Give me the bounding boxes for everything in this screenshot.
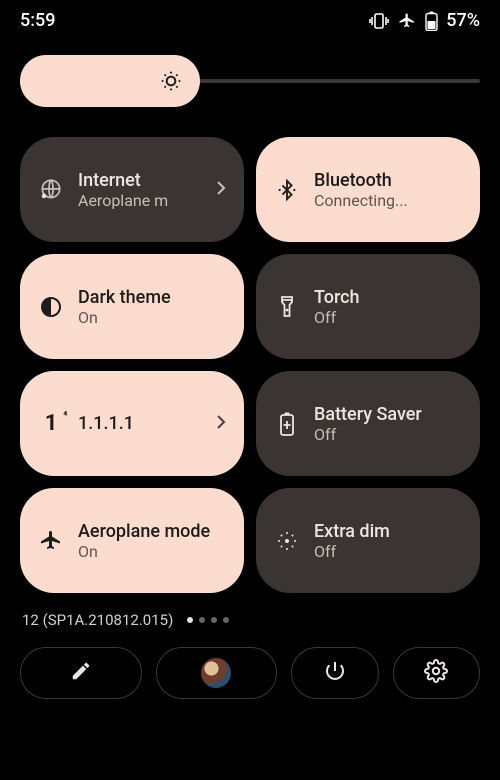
tile-sub: Connecting... xyxy=(314,191,462,210)
status-time: 5:59 xyxy=(20,10,55,31)
battery-percent: 57% xyxy=(446,10,480,31)
battery-plus-icon xyxy=(274,411,300,437)
page-dot xyxy=(187,617,193,623)
tile-title: Dark theme xyxy=(78,287,226,308)
settings-button[interactable] xyxy=(393,647,480,699)
page-dot xyxy=(223,617,229,623)
airplane-icon xyxy=(38,529,64,553)
gear-icon xyxy=(424,659,448,687)
chevron-right-icon[interactable] xyxy=(216,180,226,200)
tile-sub: Off xyxy=(314,425,462,444)
tile-sub: Off xyxy=(314,308,462,327)
extra-dim-icon xyxy=(274,528,300,554)
vibrate-icon xyxy=(369,12,389,30)
tile-title: Aeroplane mode xyxy=(78,521,226,542)
tile-bluetooth[interactable]: Bluetooth Connecting... xyxy=(256,137,480,242)
page-indicator[interactable] xyxy=(187,617,229,623)
pencil-icon xyxy=(70,660,92,686)
avatar xyxy=(201,658,231,688)
tile-title: Bluetooth xyxy=(314,170,462,191)
tile-sub: Off xyxy=(314,542,462,561)
brightness-icon xyxy=(158,68,184,94)
airplane-icon xyxy=(397,12,417,30)
power-button[interactable] xyxy=(291,647,378,699)
tile-dark-theme[interactable]: Dark theme On xyxy=(20,254,244,359)
tile-title: Battery Saver xyxy=(314,404,462,425)
tile-extra-dim[interactable]: Extra dim Off xyxy=(256,488,480,593)
tile-battery-saver[interactable]: Battery Saver Off xyxy=(256,371,480,476)
brightness-slider[interactable] xyxy=(0,37,500,115)
edit-tiles-button[interactable] xyxy=(20,647,142,699)
tile-title: Internet xyxy=(78,170,202,191)
tile-title: 1.1.1.1 xyxy=(78,413,202,434)
build-text: 12 (SP1A.210812.015) xyxy=(22,611,173,629)
qs-tiles: Internet Aeroplane m Bluetooth Connectin… xyxy=(0,115,500,593)
one-icon: 1 xyxy=(38,411,64,436)
tile-sub: On xyxy=(78,542,226,561)
tile-title: Torch xyxy=(314,287,462,308)
tile-dns[interactable]: 1 1.1.1.1 xyxy=(20,371,244,476)
status-bar: 5:59 57% xyxy=(0,0,500,37)
tile-torch[interactable]: Torch Off xyxy=(256,254,480,359)
page-dot xyxy=(211,617,217,623)
power-icon xyxy=(323,659,347,687)
chevron-right-icon[interactable] xyxy=(216,414,226,434)
flashlight-icon xyxy=(274,294,300,320)
user-switch-button[interactable] xyxy=(156,647,278,699)
tile-title: Extra dim xyxy=(314,521,462,542)
bluetooth-icon xyxy=(274,177,300,203)
brightness-track[interactable] xyxy=(190,79,480,83)
dark-theme-icon xyxy=(38,295,64,319)
page-dot xyxy=(199,617,205,623)
tile-sub: Aeroplane m xyxy=(78,191,202,210)
qs-bottom-actions xyxy=(0,637,500,699)
globe-x-icon xyxy=(38,177,64,203)
tile-sub: On xyxy=(78,308,226,327)
battery-icon xyxy=(425,11,438,31)
tile-aeroplane[interactable]: Aeroplane mode On xyxy=(20,488,244,593)
status-icons: 57% xyxy=(369,10,480,31)
brightness-thumb[interactable] xyxy=(20,55,200,107)
qs-footer: 12 (SP1A.210812.015) xyxy=(0,593,500,637)
tile-internet[interactable]: Internet Aeroplane m xyxy=(20,137,244,242)
